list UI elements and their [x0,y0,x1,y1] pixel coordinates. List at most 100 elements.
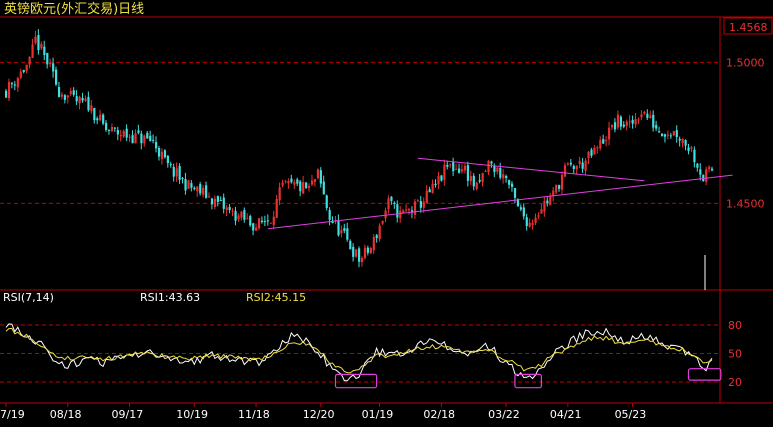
candle-body [578,160,581,165]
rsi-tick-label-50: 50 [728,348,742,361]
candle-body [125,128,128,138]
candle-body [631,119,634,124]
candle-body [493,165,496,173]
candle-body [140,133,143,144]
candle-body [572,166,575,169]
candle-body [402,210,405,213]
candle-body [690,147,693,149]
candle-body [137,130,140,133]
candle-body [184,179,187,191]
candle-body [581,162,584,169]
candle-body [119,135,122,137]
candle-body [25,64,28,71]
date-tick-label: 03/22 [488,408,520,421]
candle-body [628,121,631,123]
candle-body [5,90,8,98]
candle-body [240,211,243,218]
candle-body [63,95,67,100]
candle-body [175,168,178,177]
candle-body [13,84,17,86]
candle-body [381,220,384,224]
candle-body [57,87,61,97]
candle-body [708,166,711,170]
candle-body [440,175,443,181]
candle-body [534,217,537,223]
candle-body [296,179,299,184]
candle-body [363,247,367,259]
candle-body [343,228,346,231]
candle-body [684,140,687,146]
candle-body [369,247,372,254]
candle-body [552,190,555,196]
candle-body [484,170,487,172]
candle-body [31,44,34,58]
candle-body [575,165,578,170]
candle-body [660,133,664,137]
candle-body [284,180,287,182]
candle-body [307,186,311,188]
candle-body [652,114,655,128]
candle-body [237,215,240,220]
candle-body [358,248,361,262]
candle-body [625,121,628,126]
candle-body [599,140,602,149]
candle-body [437,176,440,185]
candle-body [155,141,158,149]
date-tick-label: 05/23 [615,408,647,421]
candle-body [16,78,19,88]
candle-body [508,180,511,185]
price-tick-label-upper: 1.5000 [726,56,765,69]
candle-body [325,195,328,209]
candle-body [234,210,237,221]
candle-body [49,63,52,65]
candle-body [7,81,11,99]
candle-body [446,164,449,167]
candle-body [196,186,199,192]
candle-body [434,183,437,186]
candle-body [252,223,255,231]
candle-body [163,150,167,158]
candle-body [216,196,219,202]
date-tick-label: 01/19 [362,408,394,421]
candle-body [81,97,84,101]
candle-body [134,133,137,144]
candle-body [275,198,278,218]
candle-body [646,113,649,118]
candle-body [78,96,81,104]
candle-body [219,199,222,201]
candle-body [299,181,302,192]
candle-body [705,169,708,182]
candle-body [605,140,608,142]
forex-daily-chart[interactable]: 1.4568 1.5000 1.4500 英镑欧元(外汇交易)日线 RSI(7,… [0,0,773,427]
candle-body [458,168,461,173]
candle-body [463,165,467,171]
candle-body [469,176,472,182]
candle-body [590,149,593,156]
chart-title: 英镑欧元(外汇交易)日线 [4,1,144,17]
date-tick-label: 12/20 [303,408,335,421]
rsi2-value-label: RSI2:45.15 [246,291,306,304]
candle-body [116,129,119,135]
candle-body [393,202,396,204]
candle-body [105,122,108,131]
candle-body [90,105,93,112]
candle-body [655,125,658,129]
candle-body [43,46,46,56]
candle-body [555,184,558,193]
candle-body [143,135,146,144]
candle-body [75,96,78,102]
candle-body [405,209,408,211]
candle-body [610,124,614,128]
candle-body [481,173,484,183]
candle-body [478,179,481,182]
candle-body [225,207,228,211]
candle-body [425,190,428,204]
candle-body [322,181,325,195]
candle-body [419,201,422,208]
candle-body [310,180,314,185]
date-tick-label: 02/18 [423,408,455,421]
candle-body [246,218,249,220]
candle-body [305,182,308,189]
candle-body [69,91,72,94]
candle-body [596,147,599,149]
